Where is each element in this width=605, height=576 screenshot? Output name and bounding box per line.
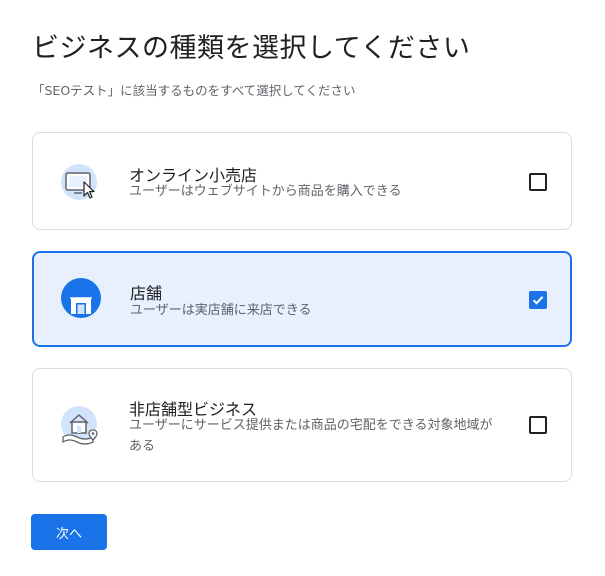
storefront-icon xyxy=(59,276,103,320)
option-card-service-area[interactable]: 非店舗型ビジネス ユーザーにサービス提供または商品の宅配をできる対象地域がある xyxy=(32,368,572,482)
service-area-checkbox[interactable] xyxy=(529,416,547,434)
online-retail-checkbox[interactable] xyxy=(529,173,547,191)
page-subtitle: 「SEOテスト」に該当するものをすべて選択してください xyxy=(32,83,356,98)
option-description: ユーザーはウェブサイトから商品を購入できる xyxy=(129,184,402,199)
option-card-store[interactable]: 店舗 ユーザーは実店舗に来店できる xyxy=(32,251,572,347)
computer-cursor-icon xyxy=(59,160,103,204)
next-button[interactable]: 次へ xyxy=(31,514,107,550)
page-title: ビジネスの種類を選択してください xyxy=(32,33,471,64)
home-map-pin-icon xyxy=(59,404,103,448)
store-checkbox[interactable] xyxy=(529,291,547,309)
option-card-online-retail[interactable]: オンライン小売店 ユーザーはウェブサイトから商品を購入できる xyxy=(32,132,572,230)
option-description: ユーザーは実店舗に来店できる xyxy=(130,303,312,318)
checkmark-icon xyxy=(532,296,544,305)
option-description: ユーザーにサービス提供または商品の宅配をできる対象地域がある xyxy=(129,418,493,454)
